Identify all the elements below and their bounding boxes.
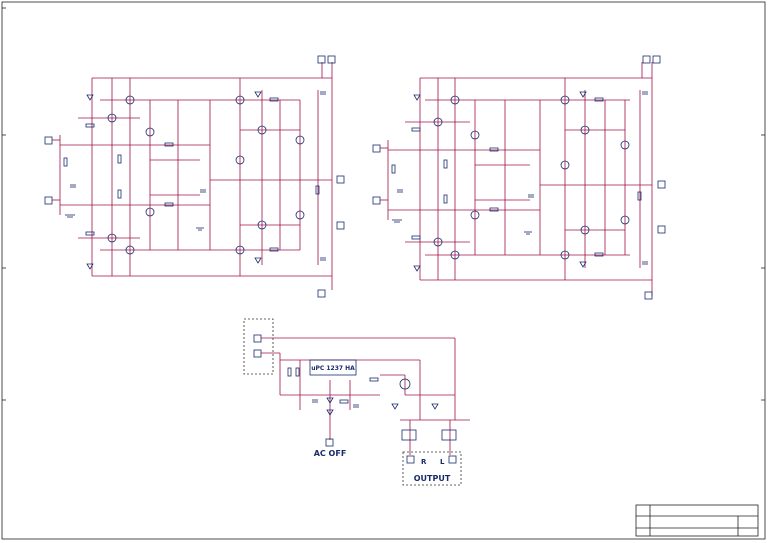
ac-off-port	[325, 438, 334, 447]
output-r-label: R	[421, 458, 427, 466]
output-port-right	[406, 455, 415, 464]
ac-off-label: AC OFF	[314, 449, 347, 458]
ac-input-port-1	[253, 334, 262, 343]
schematic-sheet: uPC 1237 HA AC OFF R L OUTPUT	[0, 0, 768, 543]
relay-right	[401, 429, 417, 441]
ac-input-dashed-box	[243, 318, 274, 375]
protection-relay-section: uPC 1237 HA AC OFF R L OUTPUT	[243, 318, 470, 486]
ac-input-port-2	[253, 349, 262, 358]
output-port-left	[448, 455, 457, 464]
output-l-label: L	[440, 458, 445, 466]
sheet-border	[1, 1, 766, 540]
right-amplifier-channel	[372, 55, 666, 300]
relay-ic-label: uPC 1237 HA	[311, 365, 355, 372]
output-label: OUTPUT	[414, 474, 451, 483]
title-block	[635, 504, 759, 537]
left-amplifier-channel	[44, 55, 345, 298]
relay-left	[441, 429, 457, 441]
schematic-svg: uPC 1237 HA AC OFF R L OUTPUT	[1, 1, 766, 540]
